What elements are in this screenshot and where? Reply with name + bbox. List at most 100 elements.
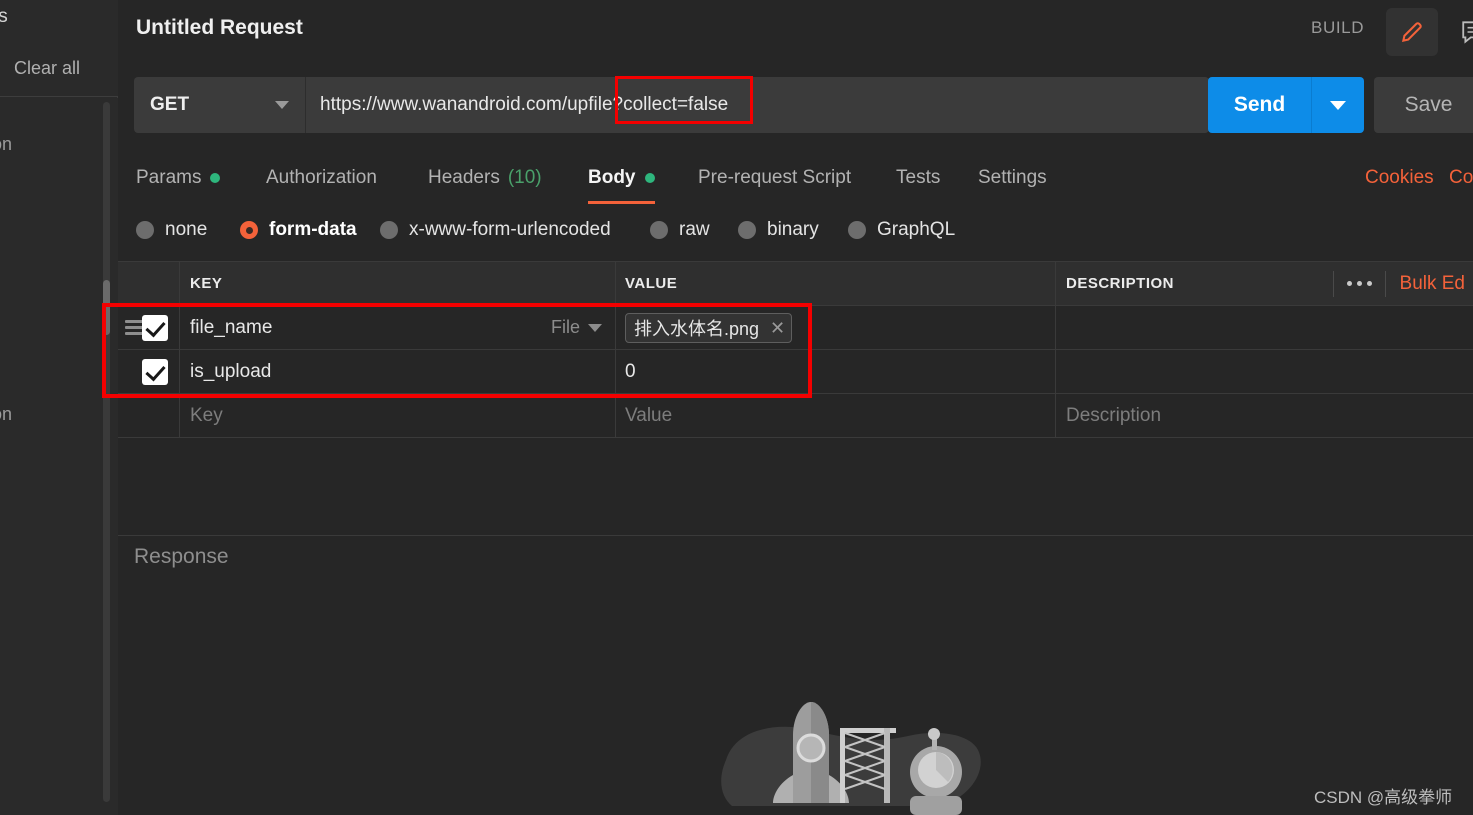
save-button[interactable]: Save [1374,77,1473,133]
row-checkbox-cell [118,350,180,393]
tab-settings[interactable]: Settings [978,155,1047,201]
key-placeholder: Key [190,404,223,426]
send-button[interactable]: Send [1208,77,1364,133]
tab-headers[interactable]: Headers (10) [428,155,542,201]
chevron-down-icon [1330,100,1346,110]
build-label: BUILD [1311,18,1365,37]
row-key-cell[interactable]: file_name File [180,306,616,349]
row-enabled-checkbox[interactable] [141,314,168,341]
tab-label: Settings [978,167,1047,188]
radio-icon [650,221,668,239]
http-method-value: GET [150,94,190,115]
row-description-cell[interactable]: Description [1056,394,1473,437]
header-cell-key: KEY [180,262,616,305]
row-value-cell[interactable]: 0 [616,350,1056,393]
row-checkbox-cell [118,306,180,349]
file-chip[interactable]: 排入水体名.png ✕ [625,312,793,343]
radio-none[interactable]: none [136,210,207,250]
sidebar-item-fragment-top[interactable]: on [0,134,12,155]
row-key-cell[interactable]: Key [180,394,616,437]
radio-raw[interactable]: raw [650,210,710,250]
tab-body[interactable]: Body [588,155,655,204]
active-tab-underline [588,201,655,204]
table-empty-row[interactable]: Key Value Description [118,393,1473,438]
sidebar-scrollbar-thumb[interactable] [103,280,110,335]
code-link[interactable]: Co [1449,155,1473,201]
row-key-value: file_name [190,316,273,338]
tab-label: Authorization [266,167,377,188]
request-pane: Untitled Request BUILD GET https://www.w… [102,0,1473,815]
table-header-row: KEY VALUE DESCRIPTION Bulk Ed [118,261,1473,306]
clear-all-button[interactable]: Clear all [14,58,80,79]
column-header-value: VALUE [625,275,678,292]
radio-graphql[interactable]: GraphQL [848,210,955,250]
bulk-edit-button[interactable]: Bulk Ed [1384,270,1473,297]
url-bar: GET https://www.wanandroid.com/upfile?co… [134,77,1209,133]
value-placeholder: Value [625,404,673,426]
radio-label: raw [679,219,710,240]
header-cell-checkbox [118,262,180,305]
form-data-table: KEY VALUE DESCRIPTION Bulk Ed file_name … [118,261,1473,438]
tab-tests[interactable]: Tests [896,155,940,201]
left-sidebar: ls Clear all on on [0,0,118,815]
send-button-label: Send [1208,77,1312,133]
http-method-select[interactable]: GET [134,77,306,133]
table-row[interactable]: is_upload 0 [118,349,1473,394]
row-checkbox-cell [118,394,180,437]
radio-icon-selected [240,221,258,239]
more-options-icon[interactable] [1332,270,1385,297]
row-value-cell[interactable]: Value [616,394,1056,437]
row-key-cell[interactable]: is_upload [180,350,616,393]
radio-label: form-data [269,219,357,240]
radio-icon [738,221,756,239]
description-placeholder: Description [1066,404,1162,426]
column-header-description: DESCRIPTION [1066,275,1175,292]
radio-icon [136,221,154,239]
rocket-astronaut-illustration [718,700,1018,815]
column-header-key: KEY [190,275,223,292]
csdn-watermark: CSDN @高级拳师 [1314,788,1453,807]
radio-label: none [165,219,208,240]
param-type-select[interactable]: File [551,317,602,338]
row-value-value: 0 [625,360,636,382]
row-key-value: is_upload [190,360,272,382]
postman-window: ls Clear all on on Untitled Request BUIL… [0,0,1473,815]
comment-icon-button[interactable] [1448,8,1473,56]
radio-x-www-form-urlencoded[interactable]: x-www-form-urlencoded [380,210,611,250]
remove-file-icon[interactable]: ✕ [770,319,785,337]
modified-dot-icon [644,173,655,183]
tab-params[interactable]: Params [136,155,221,201]
body-type-radio-group: none form-data x-www-form-urlencoded raw… [118,210,1473,250]
tab-pre-request-script[interactable]: Pre-request Script [698,155,851,201]
send-options-dropdown[interactable] [1312,77,1364,133]
tab-label: Tests [896,167,941,188]
request-tabs: Params Authorization Headers (10) Body P… [118,155,1473,204]
row-value-cell[interactable]: 排入水体名.png ✕ [616,306,1056,349]
table-row[interactable]: file_name File 排入水体名.png ✕ [118,305,1473,350]
row-description-cell[interactable] [1056,306,1473,349]
tab-label: Pre-request Script [698,167,852,188]
row-enabled-checkbox[interactable] [141,358,168,385]
header-cell-value: VALUE [616,262,1056,305]
radio-label: GraphQL [877,219,956,240]
pencil-icon-button[interactable] [1386,8,1438,56]
row-description-cell[interactable] [1056,350,1473,393]
empty-response-illustration [721,702,981,815]
param-type-label: File [550,317,580,337]
table-blank-area [118,443,1473,536]
tab-label: Params [136,167,202,188]
chevron-down-icon [275,101,289,109]
radio-binary[interactable]: binary [738,210,819,250]
page-title: Untitled Request [136,16,303,39]
tab-authorization[interactable]: Authorization [266,155,377,201]
sidebar-item-fragment-bottom[interactable]: on [0,404,12,425]
url-input[interactable]: https://www.wanandroid.com/upfile?collec… [306,77,1209,133]
sidebar-list: on on [0,98,118,815]
radio-label: binary [767,219,819,240]
headers-count: (10) [507,167,542,188]
radio-label: x-www-form-urlencoded [409,219,611,240]
cookies-link[interactable]: Cookies [1365,155,1434,201]
radio-form-data[interactable]: form-data [240,210,357,250]
table-tools: Bulk Ed [1332,261,1473,306]
radio-icon [848,221,866,239]
